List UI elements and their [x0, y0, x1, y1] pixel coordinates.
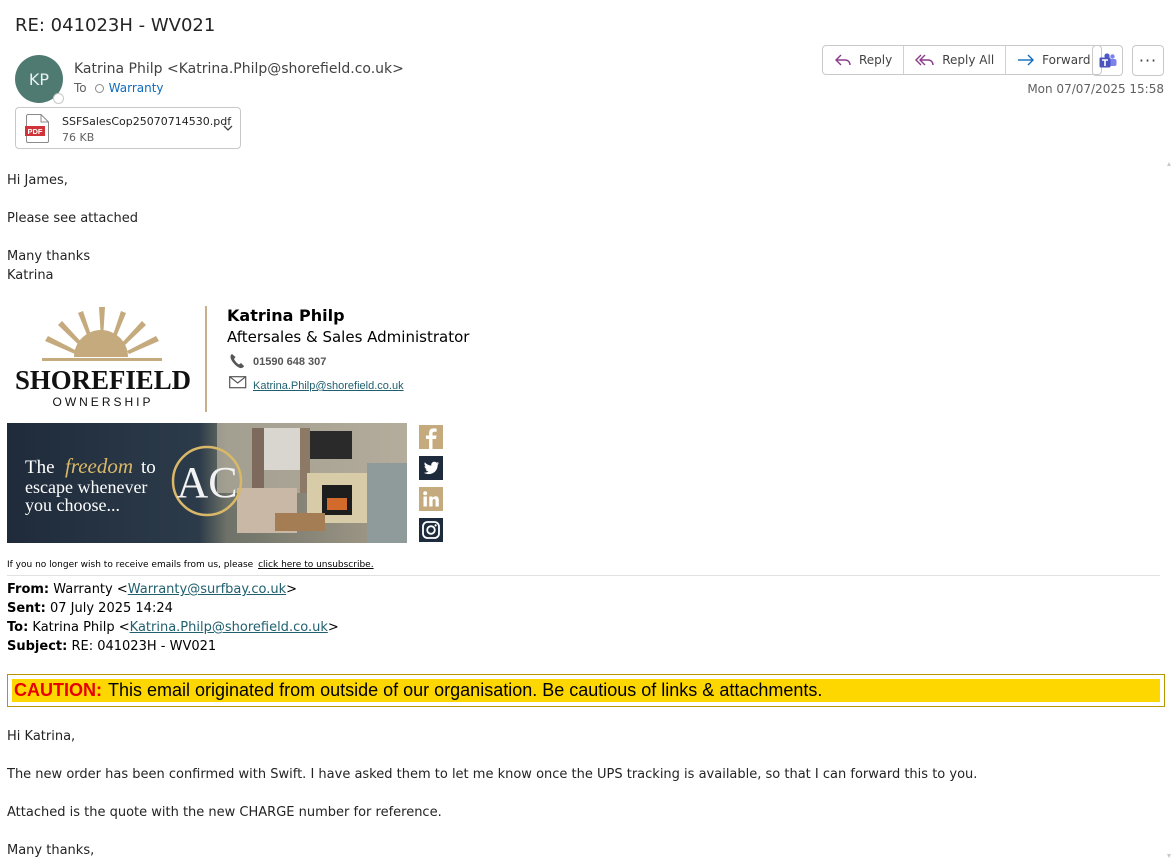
- caution-box: CAUTION: This email originated from outs…: [12, 679, 1160, 702]
- reply-all-label: Reply All: [942, 53, 995, 67]
- caution-label: CAUTION:: [14, 680, 102, 700]
- banner-text-the: The: [25, 457, 55, 478]
- quoted-divider: [7, 575, 1160, 576]
- forward-button[interactable]: Forward: [1006, 46, 1101, 74]
- quoted-from-close: >: [286, 582, 298, 597]
- to-label: To: [74, 81, 87, 95]
- quoted-from-email-link[interactable]: Warranty@surfbay.co.uk: [128, 582, 286, 597]
- signature-title: Aftersales & Sales Administrator: [227, 328, 470, 346]
- shorefield-logo: SHOREFIELD OWNERSHIP: [15, 307, 191, 409]
- banner-text-freedom: freedom: [65, 454, 133, 478]
- quoted-paragraph: Attached is the quote with the new CHARG…: [7, 805, 442, 820]
- email-subject: RE: 041023H - WV021: [15, 15, 216, 36]
- envelope-icon: [229, 376, 247, 389]
- reply-button[interactable]: Reply: [823, 46, 905, 74]
- quoted-to-close: >: [327, 620, 339, 635]
- quoted-subject-label: Subject:: [7, 639, 68, 654]
- more-actions-button[interactable]: ···: [1132, 45, 1164, 76]
- recipient-status-icon: [94, 83, 104, 93]
- instagram-icon[interactable]: [419, 518, 443, 542]
- body-signoff: Many thanks: [7, 249, 91, 264]
- marketing-banner[interactable]: The freedom to escape whenever you choos…: [7, 423, 407, 543]
- body-line: Please see attached: [7, 211, 138, 226]
- quoted-to-name: Katrina Philp <: [32, 620, 130, 635]
- banner-text-line3: you choose...: [25, 495, 120, 515]
- logo-subtext: OWNERSHIP: [52, 395, 153, 409]
- facebook-icon[interactable]: [419, 425, 443, 449]
- presence-status-icon: [53, 93, 64, 104]
- unsubscribe-line: If you no longer wish to receive emails …: [7, 560, 374, 570]
- quoted-from: From: Warranty <Warranty@surfbay.co.uk>: [7, 582, 297, 597]
- body-greeting: Hi James,: [7, 173, 68, 188]
- teams-chat-button[interactable]: [1092, 45, 1123, 76]
- quoted-sent-value: 07 July 2025 14:24: [50, 601, 173, 616]
- caution-text: This email originated from outside of ou…: [108, 680, 823, 700]
- banner-text-to: to: [141, 457, 156, 478]
- message-actions-toolbar: Reply Reply All Forward: [822, 45, 1103, 75]
- signature-phone: 01590 648 307: [253, 356, 327, 368]
- reply-label: Reply: [859, 53, 893, 67]
- signature-email-link[interactable]: Katrina.Philp@shorefield.co.uk: [253, 380, 404, 392]
- quoted-subject-value: RE: 041023H - WV021: [71, 639, 217, 654]
- recipient-link[interactable]: Warranty: [109, 81, 164, 95]
- sender-name[interactable]: Katrina Philp <Katrina.Philp@shorefield.…: [74, 61, 404, 77]
- banner-logo: AC: [176, 458, 237, 507]
- body-signoff-name: Katrina: [7, 268, 54, 283]
- received-date: Mon 07/07/2025 15:58: [1027, 82, 1164, 96]
- linkedin-icon[interactable]: [419, 487, 443, 511]
- unsubscribe-text: If you no longer wish to receive emails …: [7, 560, 254, 570]
- pdf-file-icon: PDF: [25, 114, 49, 143]
- pdf-label: PDF: [28, 127, 43, 136]
- quoted-paragraph: The new order has been confirmed with Sw…: [7, 767, 978, 782]
- signature-divider: [205, 306, 207, 412]
- attachment-size: 76 KB: [62, 131, 95, 144]
- quoted-signoff: Many thanks,: [7, 843, 95, 858]
- quoted-sent: Sent: 07 July 2025 14:24: [7, 601, 173, 616]
- twitter-icon[interactable]: [419, 456, 443, 480]
- quoted-to-email-link[interactable]: Katrina.Philp@shorefield.co.uk: [130, 620, 328, 635]
- forward-label: Forward: [1042, 53, 1091, 67]
- quoted-from-name: Warranty <: [53, 582, 128, 597]
- caution-banner: CAUTION: This email originated from outs…: [7, 674, 1165, 707]
- quoted-greeting: Hi Katrina,: [7, 729, 76, 744]
- forward-icon: [1018, 54, 1035, 66]
- unsubscribe-link[interactable]: click here to unsubscribe.: [258, 560, 373, 570]
- scrollbar[interactable]: [1166, 160, 1172, 860]
- quoted-to: To: Katrina Philp <Katrina.Philp@shorefi…: [7, 620, 339, 635]
- avatar[interactable]: KP: [15, 55, 64, 104]
- quoted-from-label: From:: [7, 582, 50, 597]
- reply-all-button[interactable]: Reply All: [904, 46, 1007, 74]
- banner-text-line2: escape whenever: [25, 477, 147, 497]
- avatar-initials: KP: [28, 69, 50, 89]
- reply-icon: [835, 54, 851, 66]
- signature-name: Katrina Philp: [227, 306, 345, 325]
- quoted-sent-label: Sent:: [7, 601, 46, 616]
- to-line: To Warranty: [74, 81, 164, 95]
- logo-text: SHOREFIELD: [15, 365, 191, 395]
- phone-icon: [230, 354, 244, 369]
- teams-icon: [1099, 52, 1116, 67]
- attachment-name: SSFSalesCop25070714530.pdf: [62, 115, 232, 128]
- quoted-to-label: To:: [7, 620, 29, 635]
- chevron-down-icon[interactable]: [222, 122, 234, 134]
- attachment-card[interactable]: PDF SSFSalesCop25070714530.pdf 76 KB: [15, 107, 241, 149]
- quoted-subject: Subject: RE: 041023H - WV021: [7, 639, 216, 654]
- reply-all-icon: [915, 54, 934, 66]
